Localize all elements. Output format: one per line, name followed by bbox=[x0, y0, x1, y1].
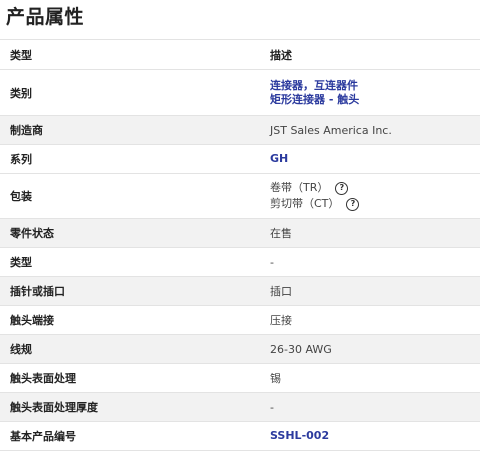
table-row-category: 类别 连接器，互连器件 矩形连接器 - 触头 bbox=[0, 69, 480, 116]
row-label: 触头端接 bbox=[10, 314, 54, 327]
attributes-table: 类型 描述 类别 连接器，互连器件 矩形连接器 - 触头 制造商 JST Sal… bbox=[0, 39, 480, 451]
table-row-gauge: 线规 26-30 AWG bbox=[0, 334, 480, 364]
table-row-type: 类型 - bbox=[0, 247, 480, 277]
table-row-base-part: 基本产品编号 SSHL-002 bbox=[0, 421, 480, 451]
base-part-link[interactable]: SSHL-002 bbox=[270, 429, 480, 443]
category-link-connectors[interactable]: 连接器，互连器件 bbox=[270, 79, 480, 93]
termination-value: 压接 bbox=[270, 314, 292, 327]
table-row-manufacturer: 制造商 JST Sales America Inc. bbox=[0, 115, 480, 145]
table-header-row: 类型 描述 bbox=[0, 39, 480, 70]
header-type: 类型 bbox=[10, 48, 32, 62]
table-row-series: 系列 GH bbox=[0, 144, 480, 174]
finish-value: 锡 bbox=[270, 372, 281, 385]
row-label: 插针或插口 bbox=[10, 285, 65, 298]
table-row-status: 零件状态 在售 bbox=[0, 218, 480, 248]
packaging-option-tr: 卷带（TR） bbox=[270, 181, 329, 194]
page-title: 产品属性 bbox=[6, 6, 85, 28]
help-circle-icon[interactable]: ? bbox=[335, 181, 349, 195]
row-label: 制造商 bbox=[10, 124, 43, 137]
row-label: 线规 bbox=[10, 343, 32, 356]
row-label: 类别 bbox=[10, 86, 32, 100]
row-label: 触头表面处理厚度 bbox=[10, 401, 98, 414]
header-description: 描述 bbox=[270, 48, 292, 62]
manufacturer-value: JST Sales America Inc. bbox=[270, 123, 392, 137]
row-label: 包装 bbox=[10, 190, 32, 203]
type-value: - bbox=[270, 255, 274, 269]
row-label: 系列 bbox=[10, 153, 32, 166]
pin-socket-value: 插口 bbox=[270, 285, 292, 298]
category-link-contacts[interactable]: 矩形连接器 - 触头 bbox=[270, 93, 480, 107]
table-row-pin-socket: 插针或插口 插口 bbox=[0, 276, 480, 306]
row-label: 类型 bbox=[10, 256, 32, 269]
table-row-termination: 触头端接 压接 bbox=[0, 305, 480, 335]
packaging-option-ct: 剪切带（CT） bbox=[270, 197, 340, 210]
help-circle-icon[interactable]: ? bbox=[346, 197, 360, 211]
series-link[interactable]: GH bbox=[270, 152, 480, 166]
row-label: 零件状态 bbox=[10, 227, 54, 240]
table-row-finish-thickness: 触头表面处理厚度 - bbox=[0, 392, 480, 422]
row-label: 触头表面处理 bbox=[10, 372, 76, 385]
table-row-finish: 触头表面处理 锡 bbox=[0, 363, 480, 393]
table-row-packaging: 包装 卷带（TR） ? 剪切带（CT） ? bbox=[0, 173, 480, 219]
finish-thickness-value: - bbox=[270, 400, 274, 414]
status-value: 在售 bbox=[270, 227, 292, 240]
gauge-value: 26-30 AWG bbox=[270, 342, 332, 356]
row-label: 基本产品编号 bbox=[10, 430, 76, 443]
